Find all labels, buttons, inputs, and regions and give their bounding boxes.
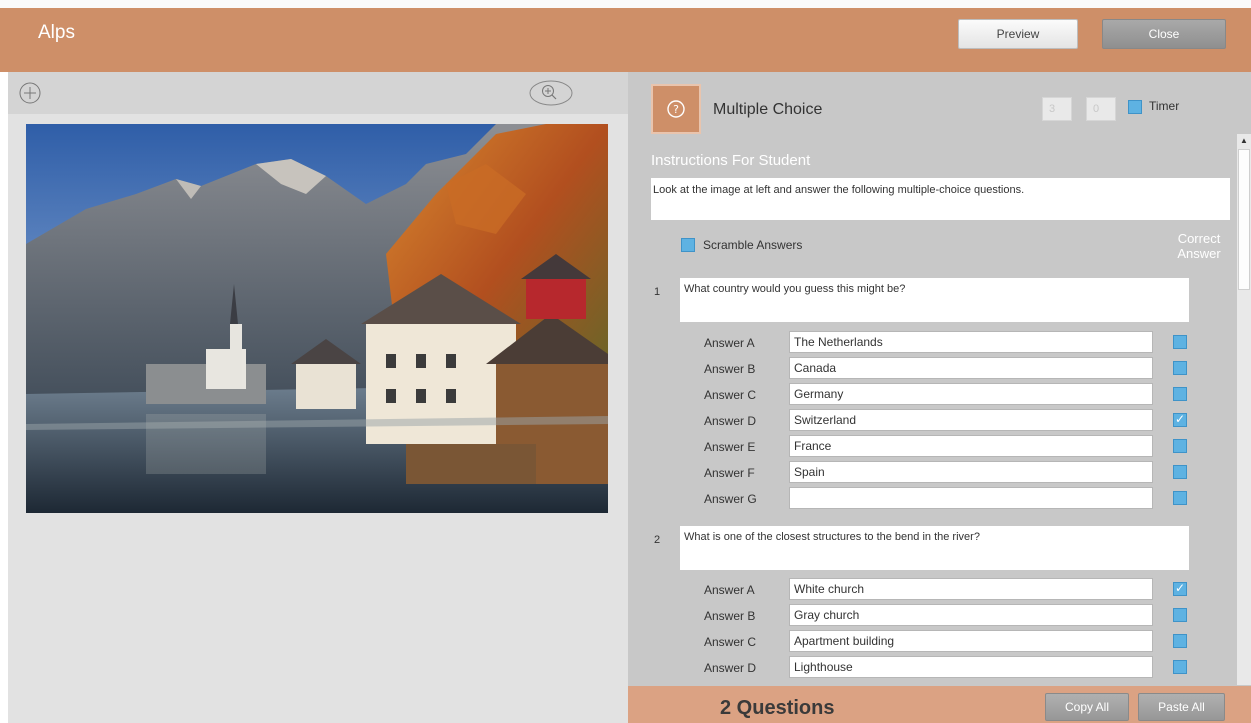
question-number: 2 (654, 534, 661, 546)
correct-answer-checkbox[interactable] (1173, 491, 1187, 505)
answer-input[interactable]: Apartment building (789, 630, 1153, 652)
answer-label: Answer C (704, 635, 757, 649)
instructions-input[interactable]: Look at the image at left and answer the… (651, 178, 1230, 220)
correct-answer-checkbox[interactable] (1173, 361, 1187, 375)
correct-answer-heading: Correct Answer (1160, 231, 1238, 261)
question-number: 1 (654, 286, 661, 298)
correct-answer-checkbox[interactable] (1173, 335, 1187, 349)
answer-input[interactable] (789, 487, 1153, 509)
correct-answer-checkbox[interactable] (1173, 412, 1187, 427)
answer-input[interactable]: Spain (789, 461, 1153, 483)
add-icon[interactable] (19, 82, 41, 104)
answer-input[interactable]: Germany (789, 383, 1153, 405)
timer-label: Timer (1149, 99, 1180, 113)
correct-answer-heading-line2: Answer (1177, 246, 1221, 261)
scramble-answers-checkbox[interactable] (681, 238, 695, 252)
answer-label: Answer B (704, 362, 756, 376)
instructions-heading: Instructions For Student (651, 152, 811, 169)
answer-input[interactable]: The Netherlands (789, 331, 1153, 353)
scramble-answers-label: Scramble Answers (703, 238, 803, 252)
answer-input[interactable]: Canada (789, 357, 1153, 379)
timer-checkbox[interactable] (1128, 100, 1142, 114)
answer-label: Answer D (704, 414, 757, 428)
correct-answer-checkbox[interactable] (1173, 634, 1187, 648)
answer-input[interactable]: Gray church (789, 604, 1153, 626)
answer-label: Answer A (704, 336, 755, 350)
zoom-in-icon[interactable] (529, 80, 573, 106)
correct-answer-checkbox[interactable] (1173, 465, 1187, 479)
correct-answer-heading-line1: Correct (1177, 231, 1221, 246)
answer-input[interactable]: France (789, 435, 1153, 457)
svg-text:?: ? (673, 103, 679, 116)
question-text-input[interactable]: What is one of the closest structures to… (680, 526, 1189, 570)
scrollbar-thumb[interactable] (1238, 149, 1250, 290)
answer-input[interactable]: White church (789, 578, 1153, 600)
answer-label: Answer C (704, 388, 757, 402)
answer-label: Answer A (704, 583, 755, 597)
correct-answer-checkbox[interactable] (1173, 608, 1187, 622)
answer-label: Answer G (704, 492, 757, 506)
copy-all-button[interactable]: Copy All (1045, 693, 1129, 721)
question-count: 2 Questions (720, 697, 835, 719)
question-type-button[interactable]: ? (651, 84, 701, 134)
scroll-up-arrow-icon[interactable]: ▲ (1237, 134, 1251, 148)
answer-label: Answer E (704, 440, 756, 454)
correct-answer-checkbox[interactable] (1173, 387, 1187, 401)
app-title: Alps (38, 22, 75, 43)
top-strip (0, 0, 1251, 8)
preview-button[interactable]: Preview (958, 19, 1078, 49)
answer-label: Answer F (704, 466, 755, 480)
correct-answer-checkbox[interactable] (1173, 581, 1187, 596)
question-circle-icon: ? (667, 100, 685, 118)
correct-answer-checkbox[interactable] (1173, 660, 1187, 674)
timer-minutes-input[interactable]: 3 (1042, 97, 1072, 121)
paste-all-button[interactable]: Paste All (1138, 693, 1225, 721)
answer-input[interactable]: Lighthouse (789, 656, 1153, 678)
correct-answer-checkbox[interactable] (1173, 439, 1187, 453)
answer-label: Answer D (704, 661, 757, 675)
question-text-input[interactable]: What country would you guess this might … (680, 278, 1189, 322)
close-button[interactable]: Close (1102, 19, 1226, 49)
timer-seconds-input[interactable]: 0 (1086, 97, 1116, 121)
answer-input[interactable]: Switzerland (789, 409, 1153, 431)
alpine-lake-village-photo (26, 124, 608, 513)
answer-label: Answer B (704, 609, 756, 623)
question-type-label: Multiple Choice (713, 101, 823, 118)
